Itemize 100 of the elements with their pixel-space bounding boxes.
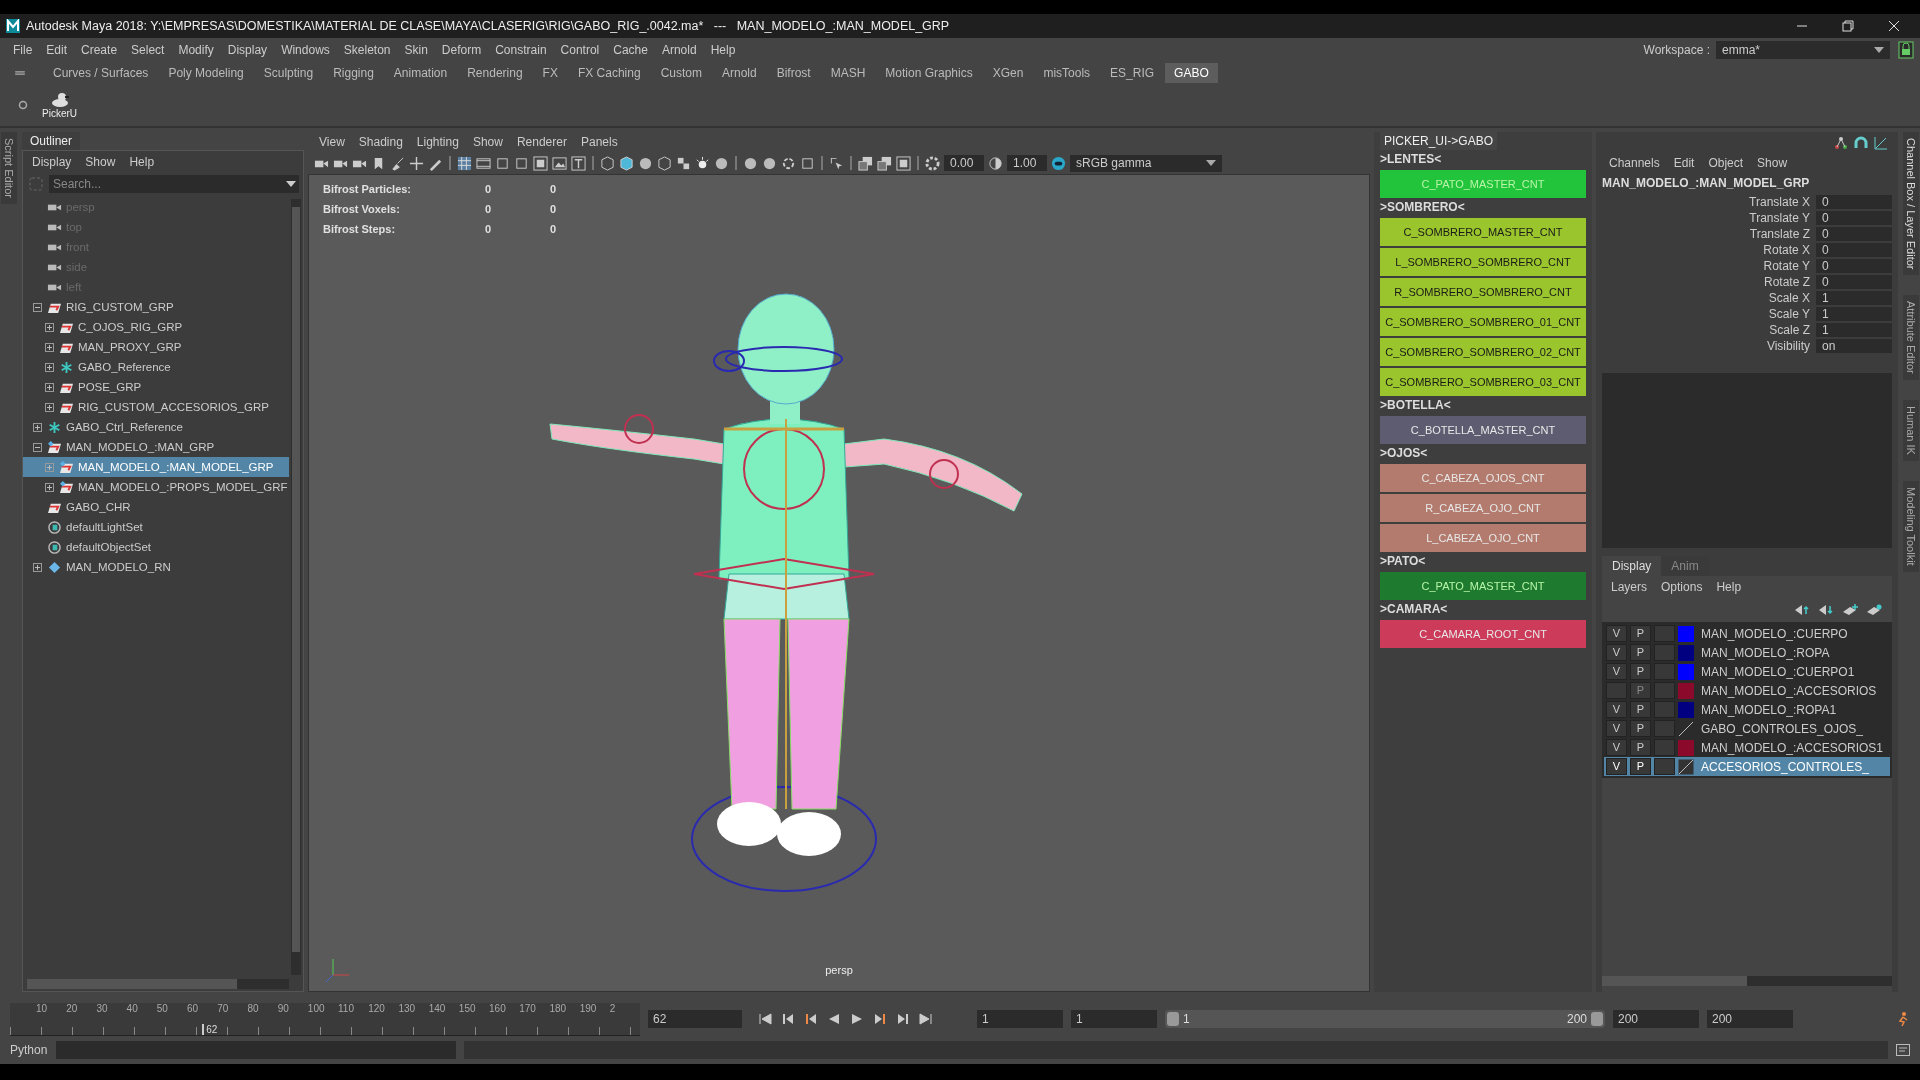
playback-end-field[interactable]: 200 [1613,1010,1699,1028]
sphere-icon[interactable] [762,155,777,171]
menu-item[interactable]: Help [1709,580,1749,594]
step-forward-key-icon[interactable] [896,1013,910,1025]
menu-item[interactable]: View [312,135,352,149]
menu-item[interactable]: Control [553,43,607,57]
close-icon[interactable] [1888,20,1900,32]
frame-icon[interactable] [533,155,548,171]
menu-item[interactable]: Lighting [409,135,466,149]
menu-item[interactable]: Arnold [654,43,704,57]
outliner-item[interactable]: MAN_MODELO_:MAN_GRP [23,437,289,457]
menu-item[interactable]: Display [220,43,275,57]
no-color-swatch-icon[interactable] [1678,720,1694,737]
attribute-field[interactable]: on [1816,338,1892,353]
scrollbar[interactable] [27,979,289,989]
outliner-item[interactable]: GABO_CHR [23,497,289,517]
playback-toggle[interactable]: P [1630,720,1651,737]
language-label[interactable]: Python [10,1043,48,1057]
expand-icon[interactable] [45,482,54,492]
range-slider[interactable]: 1 200 [1165,1010,1605,1028]
shelf-tab[interactable]: Rigging [324,63,383,83]
search-field[interactable]: Search... [49,175,283,193]
outliner-item[interactable]: MAN_MODELO_:MAN_MODEL_GRP [23,457,289,477]
scrollbar[interactable] [291,199,301,975]
collapse-icon[interactable] [33,442,42,452]
layer-color-swatch[interactable] [1678,701,1694,718]
cube-icon[interactable] [619,155,634,171]
menu-item[interactable]: Help [703,43,743,57]
picker-button[interactable]: L_SOMBRERO_SOMBRERO_CNT [1380,248,1586,276]
menu-item[interactable]: Options [1654,580,1710,594]
gear-icon[interactable] [18,100,28,110]
exposure-field[interactable]: 0.00 [944,155,984,171]
expand-icon[interactable] [45,382,54,392]
attribute-field[interactable]: 0 [1816,258,1892,273]
side-tab[interactable]: Attribute Editor [1903,295,1919,381]
grid-icon[interactable] [457,155,472,171]
playback-start-field[interactable]: 1 [1071,1010,1157,1028]
workspace-dropdown[interactable]: emma* [1716,41,1890,59]
attribute-field[interactable]: 1 [1816,290,1892,305]
panel-tab[interactable]: PICKER_UI->GABO [1380,132,1498,150]
move-icon[interactable] [409,155,424,171]
go-to-start-icon[interactable] [758,1013,772,1025]
menu-item[interactable]: Renderer [509,135,574,149]
playback-toggle[interactable]: P [1630,682,1651,699]
layer-row[interactable]: V P MAN_MODELO_:CUERPO1 [1604,662,1890,681]
ring-icon[interactable] [781,155,796,171]
no-color-swatch-icon[interactable] [1678,758,1694,775]
shelf-tab[interactable]: Arnold [712,63,766,83]
brush-icon[interactable] [390,155,405,171]
shelf-tab[interactable]: Animation [384,63,457,83]
layer-row[interactable]: V P MAN_MODELO_:CUERPO [1604,624,1890,643]
playback-toggle[interactable]: P [1630,701,1651,718]
playback-toggle[interactable]: P [1630,625,1651,642]
add-selected-layer-icon[interactable] [1866,604,1882,616]
visibility-toggle[interactable]: V [1606,663,1627,680]
picker-button[interactable]: R_SOMBRERO_SOMBRERO_CNT [1380,278,1586,306]
sphere-icon[interactable] [743,155,758,171]
outliner-item[interactable]: POSE_GRP [23,377,289,397]
menu-item[interactable]: Skeleton [336,43,398,57]
side-tab[interactable]: Modeling Toolkit [1903,481,1919,572]
attribute-field[interactable]: 0 [1816,242,1892,257]
color-space-dropdown[interactable]: sRGB gamma [1070,154,1222,172]
attribute-field[interactable]: 0 [1816,194,1892,209]
attribute-field[interactable]: 1 [1816,322,1892,337]
shelf-tab[interactable]: misTools [1034,63,1100,83]
attribute-field[interactable]: 0 [1816,226,1892,241]
layer-color-swatch[interactable] [1678,644,1694,661]
cube-icon[interactable] [600,155,615,171]
menu-item[interactable]: Display [25,155,79,169]
panel-tab[interactable]: Outliner [22,132,81,150]
contrast-icon[interactable] [988,155,1003,171]
shelf-tab[interactable]: FX [533,63,567,83]
picker-button[interactable]: C_SOMBRERO_SOMBRERO_02_CNT [1380,338,1586,366]
picker-button[interactable]: C_SOMBRERO_SOMBRERO_01_CNT [1380,308,1586,336]
square-icon[interactable] [495,155,510,171]
outliner-item[interactable]: defaultLightSet [23,517,289,537]
text-icon[interactable] [571,155,586,171]
graph-icon[interactable] [1874,136,1888,150]
shelf-tab[interactable]: Sculpting [254,63,323,83]
end-frame-field[interactable]: 200 [1707,1010,1793,1028]
restore-icon[interactable] [1842,20,1854,32]
menu-item[interactable]: Layers [1604,580,1655,594]
lock-icon[interactable] [1898,41,1914,59]
shelf-tab[interactable]: Poly Modeling [159,63,253,83]
move-layer-down-icon[interactable] [1818,604,1834,616]
menu-item[interactable]: Show [78,155,123,169]
select-icon[interactable] [829,155,844,171]
outliner-item[interactable]: MAN_MODELO_RN [23,557,289,577]
expand-icon[interactable] [45,322,54,332]
side-tab[interactable]: Channel Box / Layer Editor [1903,132,1919,276]
playback-toggle[interactable]: P [1630,644,1651,661]
menu-item[interactable]: Help [122,155,162,169]
picker-button[interactable]: C_SOMBRERO_MASTER_CNT [1380,218,1586,246]
outliner-item[interactable]: RIG_CUSTOM_GRP [23,297,289,317]
collapse-icon[interactable] [33,302,42,312]
outliner-item[interactable]: RIG_CUSTOM_ACCESORIOS_GRP [23,397,289,417]
menu-item[interactable]: Create [74,43,125,57]
visibility-toggle[interactable]: V [1606,701,1627,718]
menu-item[interactable]: Skin [397,43,435,57]
step-back-frame-icon[interactable] [804,1013,818,1025]
